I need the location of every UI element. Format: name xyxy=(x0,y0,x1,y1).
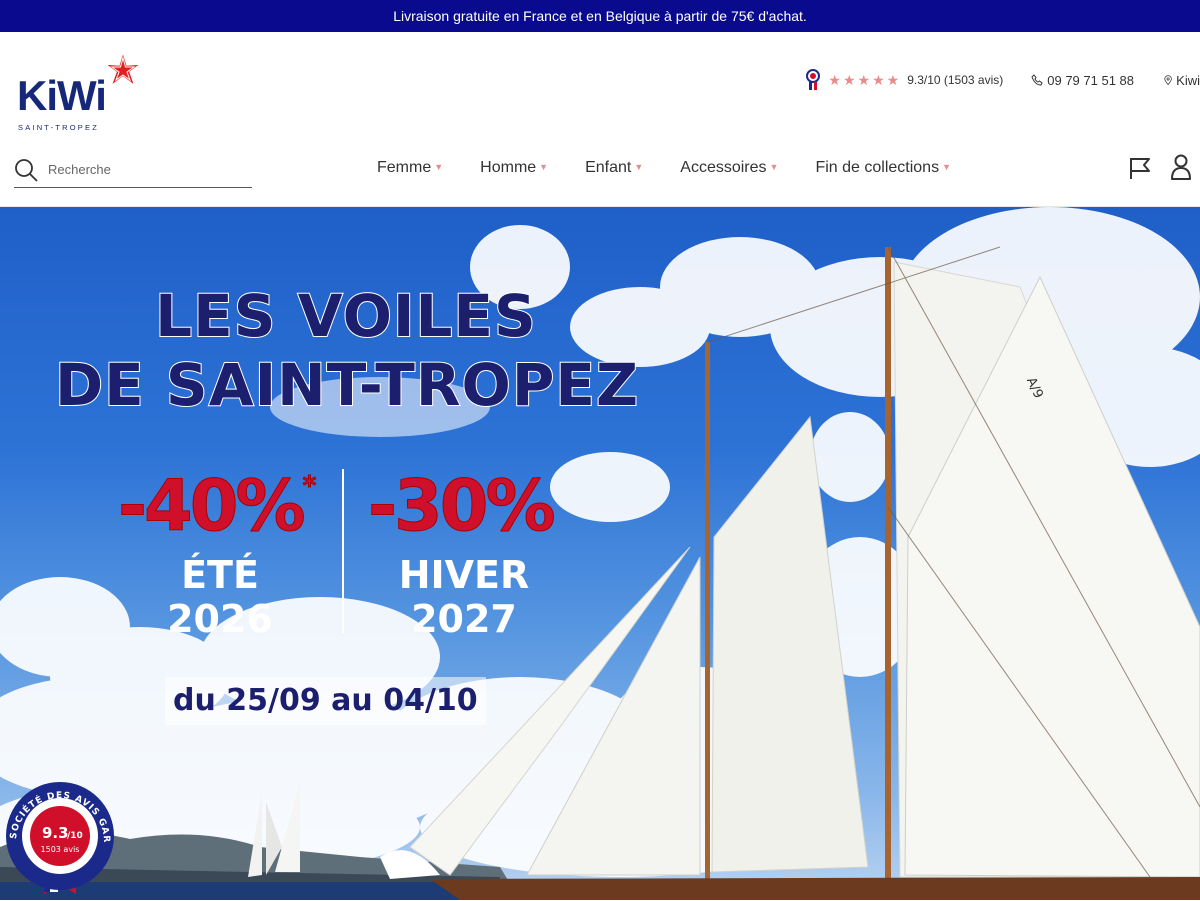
reviews-badge[interactable]: SOCIÉTÉ DES AVIS GARANTIS 9.3 /10 1503 a… xyxy=(0,771,116,896)
badge-count: 1503 avis xyxy=(41,845,80,854)
divider xyxy=(342,469,344,633)
search-bar xyxy=(14,152,252,188)
rating-stars: ★★★★★ xyxy=(828,71,902,88)
winter-discount: -30% xyxy=(368,465,557,548)
season-year: 2027 xyxy=(411,597,517,641)
season-name: HIVER xyxy=(398,553,530,597)
summer-discount: -40%* xyxy=(118,465,317,548)
nav-item-fin-de-collections[interactable]: Fin de collections ▼ xyxy=(815,159,951,177)
discount-value: -40% xyxy=(118,465,307,548)
store-label: Kiwi xyxy=(1176,72,1200,88)
nav-label: Femme xyxy=(377,159,432,176)
rating-score: 9.3/10 (1503 avis) xyxy=(907,73,1004,87)
flag-icon[interactable] xyxy=(1128,156,1152,180)
logo[interactable]: KiWi SAINT-TROPEZ xyxy=(14,50,149,132)
badge-score: 9.3 xyxy=(42,824,69,842)
chevron-down-icon: ▼ xyxy=(942,162,951,172)
chevron-down-icon: ▼ xyxy=(634,162,644,172)
nav-label: Enfant xyxy=(585,159,632,176)
search-icon[interactable] xyxy=(14,158,38,182)
reviews-seal: SOCIÉTÉ DES AVIS GARANTIS 9.3 /10 1503 a… xyxy=(0,771,114,894)
nav-item-enfant[interactable]: Enfant ▼ xyxy=(585,159,643,177)
logo-wordmark: KiWi xyxy=(17,72,107,119)
hero-title-line1: LES VOILES xyxy=(154,281,537,351)
nav-item-femme[interactable]: Femme ▼ xyxy=(377,159,443,177)
star-logo-icon xyxy=(102,50,144,89)
badge-score-suffix: /10 xyxy=(67,831,83,841)
promo-dates: du 25/09 au 04/10 xyxy=(165,677,486,725)
nav-label: Homme xyxy=(480,159,537,176)
phone-link[interactable]: 09 79 71 51 88 xyxy=(1031,73,1134,88)
chevron-down-icon: ▼ xyxy=(434,162,444,172)
winter-season: HIVER 2027 xyxy=(364,553,564,641)
header-utilities: ★★★★★ 9.3/10 (1503 avis) 09 79 71 51 88 … xyxy=(806,69,1200,91)
nav-label: Accessoires xyxy=(680,159,767,176)
promo-text: Livraison gratuite en France et en Belgi… xyxy=(393,8,807,24)
nav-item-homme[interactable]: Homme ▼ xyxy=(480,159,548,177)
logo-tagline: SAINT-TROPEZ xyxy=(18,123,99,132)
chevron-down-icon: ▼ xyxy=(769,162,779,172)
user-account-icon[interactable] xyxy=(1170,154,1192,180)
nav-label: Fin de collections xyxy=(815,159,940,176)
phone-number: 09 79 71 51 88 xyxy=(1047,72,1134,88)
summer-season: ÉTÉ 2026 xyxy=(120,553,320,641)
season-name: ÉTÉ xyxy=(181,553,259,597)
chevron-down-icon: ▼ xyxy=(539,162,549,172)
rating-widget[interactable]: ★★★★★ 9.3/10 (1503 avis) xyxy=(806,69,1003,91)
hero-banner[interactable]: A/9 LES VOILES DE SAINT-TROPEZ -40%* -30… xyxy=(0,207,1200,900)
season-year: 2026 xyxy=(167,597,273,641)
asterisk-mark: * xyxy=(302,471,317,502)
rosette-icon xyxy=(806,69,821,90)
main-nav: Femme ▼ Homme ▼ Enfant ▼ Accessoires ▼ Fin d… xyxy=(377,156,988,180)
promo-bar: Livraison gratuite en France et en Belgi… xyxy=(0,0,1200,32)
location-pin-icon xyxy=(1164,74,1172,85)
search-input[interactable] xyxy=(48,162,238,177)
nav-item-accessoires[interactable]: Accessoires ▼ xyxy=(680,159,778,177)
store-locator[interactable]: Kiwi xyxy=(1164,73,1200,88)
site-header: KiWi SAINT-TROPEZ ★★★★★ 9.3/10 (1503 avi… xyxy=(0,32,1200,207)
hero-title-line2: DE SAINT-TROPEZ xyxy=(54,350,640,420)
phone-icon xyxy=(1031,74,1043,86)
